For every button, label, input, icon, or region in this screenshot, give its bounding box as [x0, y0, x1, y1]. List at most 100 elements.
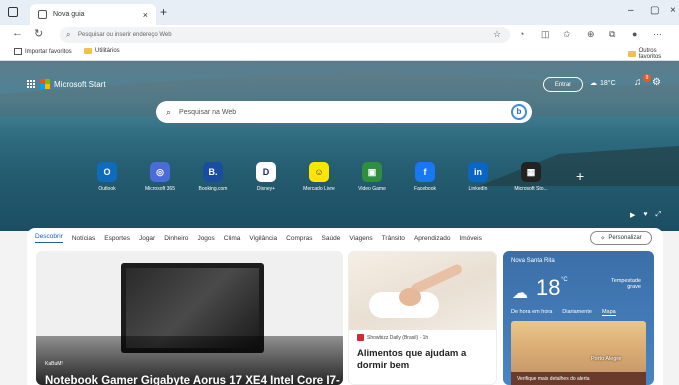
tab-nova-guia[interactable]: Nova guia × [30, 4, 156, 25]
personalize-label: Personalizar [608, 235, 642, 241]
news-card-secondary[interactable]: Showbizz Daily (Brasil) · 1h Alimentos q… [348, 251, 497, 385]
other-favorites-folder[interactable]: Outros favoritos [628, 48, 679, 60]
favorites-bar: Importar favoritos Utilitários Outros fa… [0, 45, 679, 61]
quicklink-disney[interactable]: D Disney+ [241, 162, 291, 192]
card-source: KaBuM! [45, 361, 63, 367]
publisher-logo-icon [357, 334, 364, 341]
weather-card[interactable]: Nova Santa Rita ☁ 18 °C Tempestade grave… [503, 251, 654, 385]
cloud-icon: ☁ [590, 80, 597, 87]
search-icon: ⌕ [66, 30, 71, 39]
play-icon[interactable]: ▶ [630, 211, 635, 219]
booking-icon: B. [203, 162, 223, 182]
quicklink-mercado-livre[interactable]: ☺ Mercado Livre [294, 162, 344, 192]
news-card-main[interactable]: KaBuM! Notebook Gamer Gigabyte Aorus 17 … [36, 251, 343, 385]
new-tab-button[interactable]: + [160, 5, 167, 19]
tab-title: Nova guia [53, 11, 85, 18]
add-quicklink-button[interactable]: + [576, 168, 584, 184]
filter-vigilancia[interactable]: Vigilância [249, 235, 277, 242]
read-aloud-icon[interactable]: ◔ [519, 29, 524, 39]
personalize-icon: ✧ [600, 235, 606, 242]
filter-transito[interactable]: Trânsito [382, 235, 405, 242]
quicklink-microsoft-365[interactable]: ◎ Microsoft 365 [135, 162, 185, 192]
folder-icon [628, 51, 636, 57]
filter-compras[interactable]: Compras [286, 235, 312, 242]
linkedin-icon: in [468, 162, 488, 182]
tab-hourly[interactable]: De hora em hora [511, 309, 552, 316]
filter-noticias[interactable]: Notícias [72, 235, 95, 242]
filter-jogar[interactable]: Jogar [139, 235, 155, 242]
profile-icon[interactable]: ● [632, 29, 637, 39]
filter-jogos[interactable]: Jogos [197, 235, 214, 242]
bing-icon[interactable]: b [511, 104, 527, 120]
weather-alert[interactable]: Tempestade grave [601, 278, 641, 290]
apps-grid-icon[interactable] [27, 79, 36, 89]
microsoft-365-icon: ◎ [150, 162, 170, 182]
like-icon[interactable]: ♥ [643, 211, 647, 219]
utilities-folder[interactable]: Utilitários [84, 48, 120, 54]
tab-map[interactable]: Mapa [601, 309, 616, 316]
filter-descobrir[interactable]: Descobrir [35, 233, 63, 243]
maximize-button[interactable]: ▢ [650, 5, 659, 16]
quicklink-label: Microsoft Sto... [514, 186, 548, 192]
collections-icon[interactable]: ⊕ [587, 29, 595, 40]
filter-dinheiro[interactable]: Dinheiro [164, 235, 188, 242]
quicklink-outlook[interactable]: O Outlook [82, 162, 132, 192]
quicklink-label: LinkedIn [468, 186, 488, 192]
map-city-label: Porto Alegre [591, 356, 622, 362]
folder-icon [84, 48, 92, 54]
import-favorites-link[interactable]: Importar favoritos [14, 48, 72, 55]
other-favorites-label: Outros favoritos [638, 48, 662, 60]
signin-button[interactable]: Entrar [543, 77, 583, 92]
tab-close-icon[interactable]: × [143, 10, 148, 20]
close-window-button[interactable]: × [670, 5, 676, 16]
extensions-icon[interactable]: ⧉ [609, 29, 615, 40]
quicklink-video-game[interactable]: ▣ Video Game [347, 162, 397, 192]
weather-map[interactable]: Porto Alegre [511, 321, 646, 373]
card-headline[interactable]: Alimentos que ajudam a dormir bem [357, 348, 492, 372]
filter-saude[interactable]: Saúde [322, 235, 341, 242]
filter-aprendizado[interactable]: Aprendizado [414, 235, 451, 242]
tab-page-icon [38, 10, 47, 19]
bell-icon[interactable]: ♫ [634, 77, 642, 88]
video-game-icon: ▣ [362, 162, 382, 182]
refresh-icon[interactable]: ↻ [34, 27, 43, 40]
quicklink-linkedin[interactable]: in LinkedIn [453, 162, 503, 192]
hero-background: Microsoft Start Entrar ☁ 18°C ♫ 9 ⚙ ⌕ Pe… [0, 61, 679, 231]
quicklink-booking[interactable]: B. Booking.com [188, 162, 238, 192]
import-favorites-label: Importar favoritos [25, 48, 72, 55]
filter-viagens[interactable]: Viagens [349, 235, 372, 242]
card-headline[interactable]: Notebook Gamer Gigabyte Aorus 17 XE4 Int… [45, 374, 340, 385]
split-screen-icon[interactable]: ◫ [541, 29, 550, 40]
filter-clima[interactable]: Clima [224, 235, 241, 242]
personalize-button[interactable]: ✧ Personalizar [590, 231, 652, 245]
quicklink-label: Booking.com [198, 186, 228, 192]
weather-tabs: De hora em hora Diariamente Mapa [511, 309, 616, 316]
header-temperature: 18°C [600, 79, 616, 87]
back-icon[interactable]: ← [12, 27, 23, 39]
quicklink-label: Mercado Livre [303, 186, 335, 192]
tab-daily[interactable]: Diariamente [562, 309, 592, 316]
gear-icon[interactable]: ⚙ [652, 77, 661, 88]
map-alert-bar[interactable]: Verifique mais detalhes do alerta [511, 372, 646, 385]
weather-location[interactable]: Nova Santa Rita [511, 258, 555, 264]
address-bar-row: ← ↻ ⌕ Pesquisar ou inserir endereço Web … [0, 25, 679, 45]
minimize-button[interactable]: – [628, 5, 634, 16]
quicklink-label: Outlook [98, 186, 116, 192]
mercado-livre-icon: ☺ [309, 162, 329, 182]
window-menu-icon[interactable] [8, 7, 18, 17]
filter-imoveis[interactable]: Imóveis [459, 235, 481, 242]
address-input[interactable]: ⌕ Pesquisar ou inserir endereço Web [60, 27, 510, 43]
favorites-icon[interactable]: ✩ [563, 29, 571, 40]
expand-icon[interactable]: ⤢ [656, 211, 662, 219]
quicklink-microsoft-store[interactable]: ▦ Microsoft Sto... [506, 162, 556, 192]
search-input[interactable]: ⌕ Pesquisar na Web b [156, 101, 532, 123]
brand[interactable]: Microsoft Start [27, 79, 106, 89]
facebook-icon: f [415, 162, 435, 182]
header-weather[interactable]: ☁ 18°C [590, 79, 616, 88]
favorite-star-icon[interactable]: ☆ [493, 29, 501, 40]
quicklink-label: Disney+ [256, 186, 276, 192]
filter-esportes[interactable]: Esportes [104, 235, 130, 242]
more-icon[interactable]: ⋯ [653, 29, 662, 40]
quicklink-facebook[interactable]: f Facebook [400, 162, 450, 192]
card-source: Showbizz Daily (Brasil) · 1h [357, 334, 428, 341]
